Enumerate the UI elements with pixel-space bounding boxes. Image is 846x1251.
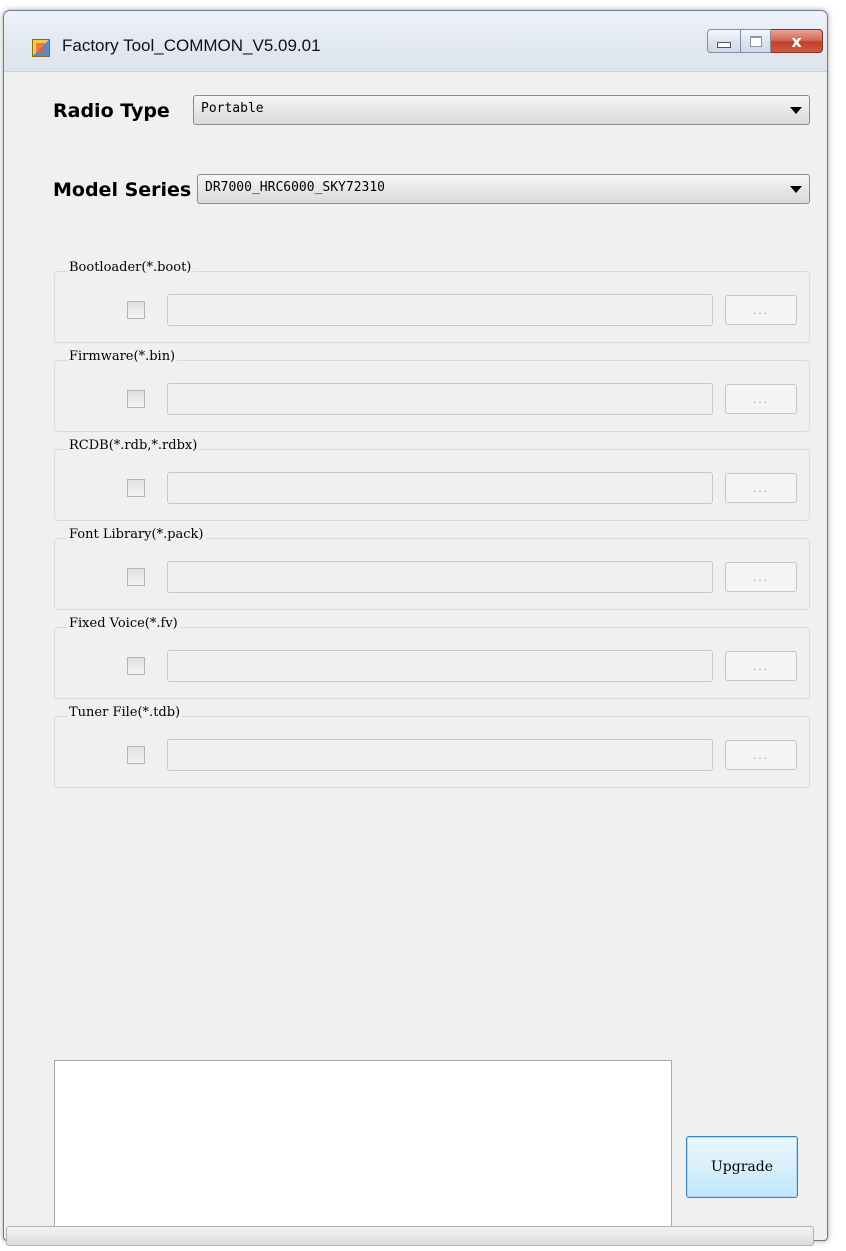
upgrade-button-label: Upgrade bbox=[710, 1159, 773, 1175]
tuner-file-group: Tuner File(*.tdb) ... bbox=[54, 705, 810, 788]
maximize-button[interactable] bbox=[741, 29, 771, 53]
close-button[interactable]: x bbox=[771, 29, 823, 53]
log-output[interactable] bbox=[54, 1060, 672, 1234]
close-icon: x bbox=[791, 31, 802, 51]
rcdb-browse-button[interactable]: ... bbox=[725, 473, 797, 503]
tuner-file-checkbox[interactable] bbox=[127, 746, 145, 764]
fixed-voice-checkbox[interactable] bbox=[127, 657, 145, 675]
app-icon bbox=[32, 39, 50, 57]
radio-type-value: Portable bbox=[201, 101, 264, 116]
bootloader-browse-button[interactable]: ... bbox=[725, 295, 797, 325]
font-library-group: Font Library(*.pack) ... bbox=[54, 527, 810, 610]
caption-buttons: x bbox=[707, 29, 823, 53]
tuner-file-browse-button[interactable]: ... bbox=[725, 740, 797, 770]
model-series-label: Model Series bbox=[53, 179, 192, 201]
rcdb-path-field[interactable] bbox=[167, 472, 713, 504]
group-label: Fixed Voice(*.fv) bbox=[67, 616, 180, 631]
group-label: Font Library(*.pack) bbox=[67, 527, 206, 542]
font-library-browse-button[interactable]: ... bbox=[725, 562, 797, 592]
radio-type-select[interactable]: Portable bbox=[193, 95, 810, 125]
font-library-checkbox[interactable] bbox=[127, 568, 145, 586]
model-series-value: DR7000_HRC6000_SKY72310 bbox=[205, 180, 386, 195]
model-series-select[interactable]: DR7000_HRC6000_SKY72310 bbox=[197, 174, 810, 204]
radio-type-label: Radio Type bbox=[53, 100, 170, 122]
title-bar[interactable]: Factory Tool_COMMON_V5.09.01 x bbox=[4, 11, 827, 72]
fixed-voice-browse-button[interactable]: ... bbox=[725, 651, 797, 681]
chevron-down-icon bbox=[790, 107, 802, 114]
minimize-button[interactable] bbox=[707, 29, 741, 53]
group-label: RCDB(*.rdb,*.rdbx) bbox=[67, 438, 200, 453]
upgrade-button[interactable]: Upgrade bbox=[686, 1136, 798, 1198]
fixed-voice-path-field[interactable] bbox=[167, 650, 713, 682]
bootloader-group: Bootloader(*.boot) ... bbox=[54, 260, 810, 343]
progress-bar bbox=[6, 1226, 814, 1246]
app-window: Factory Tool_COMMON_V5.09.01 x Radio Typ… bbox=[3, 10, 828, 1241]
font-library-path-field[interactable] bbox=[167, 561, 713, 593]
firmware-checkbox[interactable] bbox=[127, 390, 145, 408]
maximize-icon bbox=[749, 35, 762, 47]
firmware-path-field[interactable] bbox=[167, 383, 713, 415]
fixed-voice-group: Fixed Voice(*.fv) ... bbox=[54, 616, 810, 699]
group-label: Firmware(*.bin) bbox=[67, 349, 178, 364]
firmware-browse-button[interactable]: ... bbox=[725, 384, 797, 414]
bootloader-path-field[interactable] bbox=[167, 294, 713, 326]
group-label: Bootloader(*.boot) bbox=[67, 260, 194, 275]
rcdb-group: RCDB(*.rdb,*.rdbx) ... bbox=[54, 438, 810, 521]
group-label: Tuner File(*.tdb) bbox=[67, 705, 183, 720]
firmware-group: Firmware(*.bin) ... bbox=[54, 349, 810, 432]
bootloader-checkbox[interactable] bbox=[127, 301, 145, 319]
chevron-down-icon bbox=[790, 186, 802, 193]
rcdb-checkbox[interactable] bbox=[127, 479, 145, 497]
minimize-icon bbox=[717, 42, 731, 48]
tuner-file-path-field[interactable] bbox=[167, 739, 713, 771]
window-title: Factory Tool_COMMON_V5.09.01 bbox=[62, 36, 321, 55]
